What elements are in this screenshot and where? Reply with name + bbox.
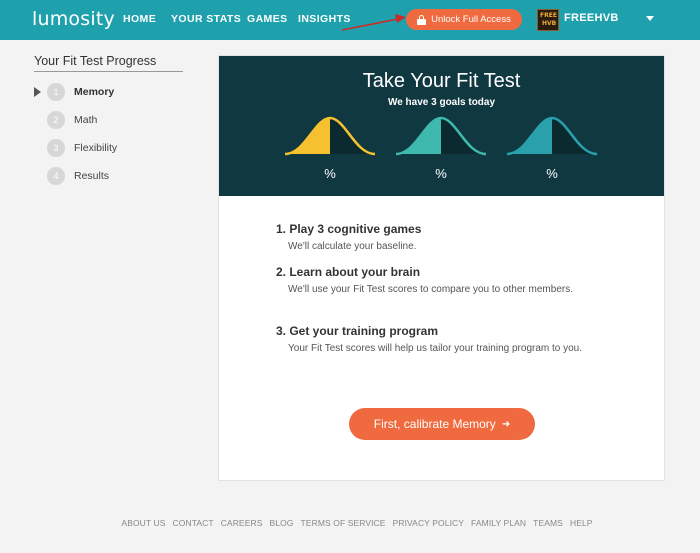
progress-step-flexibility: 3 Flexibility: [34, 139, 117, 157]
bell-curve-icon: [285, 116, 375, 156]
score-percent-label: %: [324, 166, 336, 181]
step-number: 1: [47, 83, 65, 101]
fit-test-hero: Take Your Fit Test We have 3 goals today…: [219, 56, 664, 196]
goal-description: We'll use your Fit Test scores to compar…: [288, 284, 573, 295]
unlock-label: Unlock Full Access: [431, 14, 511, 25]
nav-games[interactable]: GAMES: [247, 13, 288, 25]
footer-links: ABOUT US CONTACT CAREERS BLOG TERMS OF S…: [0, 518, 700, 528]
goal-title: 2. Learn about your brain: [276, 265, 421, 279]
progress-step-math: 2 Math: [34, 111, 97, 129]
fit-test-card: Take Your Fit Test We have 3 goals today…: [218, 55, 665, 481]
avatar-text-line-2: HVB: [542, 20, 557, 27]
step-label: Results: [74, 170, 110, 182]
lumosity-logo[interactable]: lumosity: [32, 8, 115, 30]
footer-link-about-us[interactable]: ABOUT US: [121, 518, 165, 528]
goal-description: We'll calculate your baseline.: [288, 241, 417, 252]
username[interactable]: FREEHVB: [564, 12, 619, 24]
hero-subtitle: We have 3 goals today: [387, 97, 496, 108]
top-nav-bar: lumosity HOME YOUR STATS GAMES INSIGHTS …: [0, 0, 700, 40]
avatar[interactable]: FREE HVB: [537, 9, 559, 31]
footer-link-contact[interactable]: CONTACT: [173, 518, 214, 528]
bell-curve-icon: [507, 116, 597, 156]
footer-link-privacy[interactable]: PRIVACY POLICY: [393, 518, 464, 528]
step-label: Math: [74, 114, 98, 126]
goal-title: 1. Play 3 cognitive games: [276, 222, 422, 236]
goal-item: 3. Get your training program Your Fit Te…: [276, 324, 598, 356]
progress-step-results: 4 Results: [34, 167, 109, 185]
nav-your-stats[interactable]: YOUR STATS: [171, 13, 241, 25]
cta-label: First, calibrate Memory: [373, 417, 496, 431]
step-number: 2: [47, 111, 65, 129]
step-number: 4: [47, 167, 65, 185]
step-number: 3: [47, 139, 65, 157]
nav-home[interactable]: HOME: [123, 13, 156, 25]
sidebar-title: Your Fit Test Progress: [34, 54, 157, 68]
footer-link-help[interactable]: HELP: [570, 518, 593, 528]
goal-title: 3. Get your training program: [276, 324, 439, 338]
goal-item: 2. Learn about your brain We'll use your…: [276, 265, 598, 297]
footer-link-terms[interactable]: TERMS OF SERVICE: [301, 518, 386, 528]
goal-item: 1. Play 3 cognitive games We'll calculat…: [276, 222, 598, 254]
step-label: Flexibility: [74, 142, 118, 154]
avatar-text-line-1: FREE: [540, 12, 557, 19]
progress-step-memory: 1 Memory: [34, 83, 114, 101]
bell-curve-icon: [396, 116, 486, 156]
current-step-pointer-icon: [34, 87, 42, 97]
chevron-down-icon[interactable]: [646, 16, 654, 21]
arrow-right-icon: ➜: [501, 418, 511, 430]
footer-link-blog[interactable]: BLOG: [269, 518, 293, 528]
footer-link-teams[interactable]: TEAMS: [533, 518, 563, 528]
goal-description: Your Fit Test scores will help us tailor…: [288, 343, 583, 354]
annotation-arrow: [341, 14, 406, 31]
score-percent-label: %: [546, 166, 558, 181]
lock-icon: [417, 14, 427, 25]
unlock-full-access-button[interactable]: Unlock Full Access: [406, 9, 522, 30]
score-percent-label: %: [435, 166, 447, 181]
calibrate-memory-button[interactable]: First, calibrate Memory ➜: [349, 408, 535, 440]
step-label: Memory: [74, 86, 115, 98]
footer-link-family-plan[interactable]: FAMILY PLAN: [471, 518, 526, 528]
sidebar-divider: [34, 71, 183, 72]
footer-link-careers[interactable]: CAREERS: [221, 518, 263, 528]
hero-title: Take Your Fit Test: [362, 70, 521, 92]
